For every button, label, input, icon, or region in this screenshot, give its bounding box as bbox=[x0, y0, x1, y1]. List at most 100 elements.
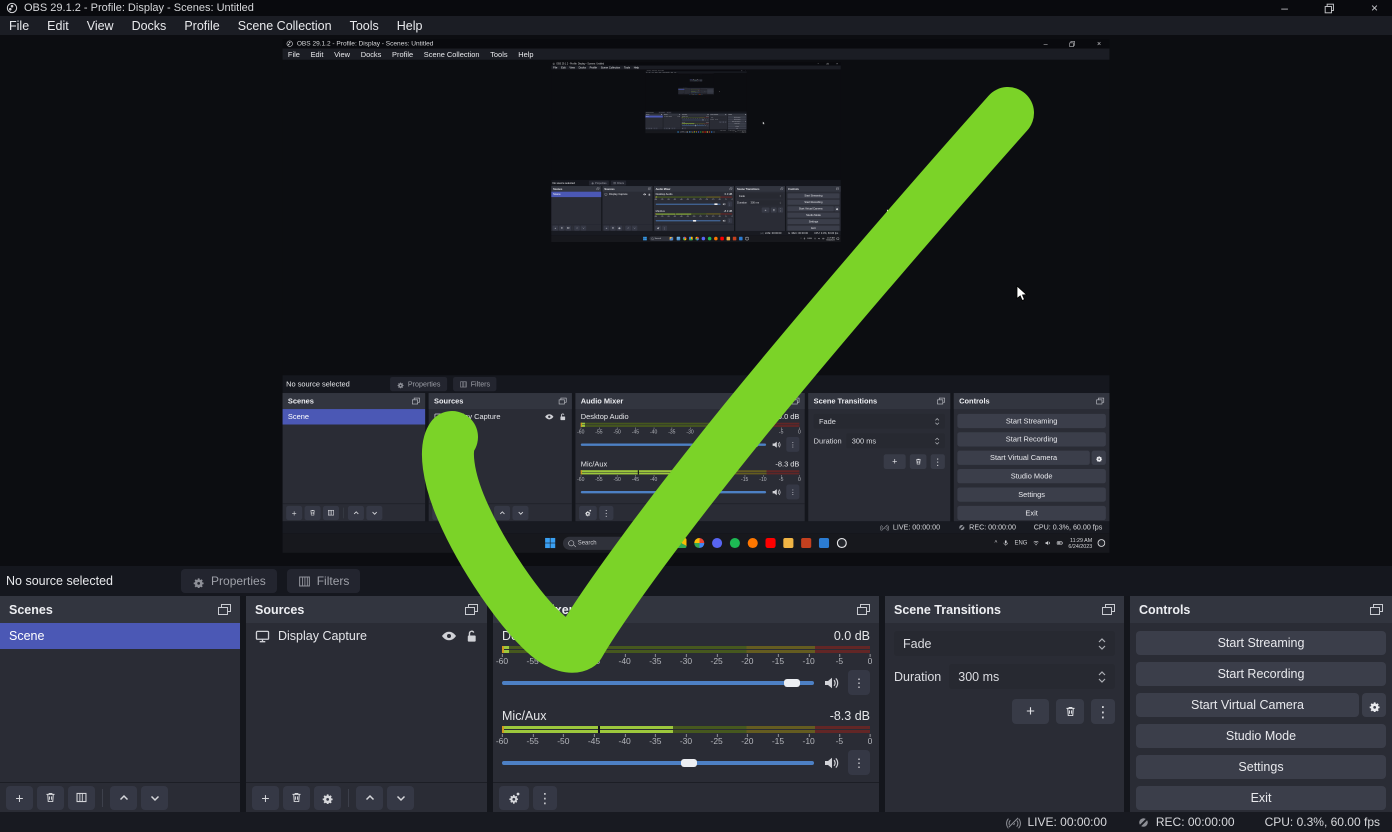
minimize-button[interactable]: – bbox=[1281, 2, 1288, 14]
widgets-icon[interactable] bbox=[641, 538, 651, 548]
start-virtual-camera-button[interactable]: Start Virtual Camera bbox=[957, 451, 1089, 465]
popout-icon[interactable] bbox=[648, 188, 651, 190]
taskbar-clock[interactable]: 11:29 AM 6/24/2023 bbox=[1068, 537, 1092, 549]
volume-slider[interactable] bbox=[581, 443, 766, 445]
unlock-icon[interactable] bbox=[465, 629, 478, 643]
remove-scene-button[interactable] bbox=[305, 506, 321, 520]
scene-filters-button[interactable] bbox=[323, 506, 339, 520]
menu-tools[interactable]: Tools bbox=[485, 50, 513, 58]
menu-view[interactable]: View bbox=[78, 19, 123, 33]
preview-canvas[interactable]: OBS 29.1.2 - Profile: Display - Scenes: … bbox=[678, 74, 713, 88]
obs-tray-icon[interactable] bbox=[837, 237, 840, 240]
speaker-icon[interactable] bbox=[771, 440, 781, 450]
properties-button[interactable]: Properties bbox=[589, 180, 609, 185]
obs-app-icon[interactable] bbox=[745, 237, 749, 241]
menu-docks[interactable]: Docks bbox=[355, 50, 386, 58]
spotify-icon[interactable] bbox=[730, 538, 740, 548]
youtube-icon[interactable] bbox=[705, 131, 706, 132]
start-streaming-button[interactable]: Start Streaming bbox=[957, 414, 1106, 428]
channel-menu-button[interactable]: ⋮ bbox=[786, 485, 799, 500]
speaker-icon[interactable] bbox=[823, 755, 839, 771]
pinwheel-icon[interactable] bbox=[683, 237, 687, 241]
preview-canvas[interactable]: OBS 29.1.2 - Profile: Display - Scenes: … bbox=[0, 35, 1392, 566]
discord-icon[interactable] bbox=[712, 538, 722, 548]
settings-button[interactable]: Settings bbox=[787, 219, 839, 224]
source-list-item[interactable]: Display Capture bbox=[685, 89, 691, 90]
volume-slider[interactable] bbox=[502, 761, 814, 765]
mixer-menu-button[interactable]: ⋮ bbox=[533, 786, 557, 810]
start-streaming-button[interactable]: Start Streaming bbox=[1136, 631, 1386, 655]
duration-spinbox[interactable]: 300 ms bbox=[846, 433, 944, 448]
exit-button[interactable]: Exit bbox=[957, 506, 1106, 520]
duration-spinbox[interactable]: 300 ms bbox=[949, 664, 1115, 689]
virtual-camera-settings-button[interactable] bbox=[1362, 693, 1386, 717]
taskbar-clock[interactable]: 11:29 AM 6/24/2023 bbox=[742, 131, 745, 132]
taskbar-search[interactable]: Search bbox=[563, 536, 633, 549]
menu-file[interactable]: File bbox=[0, 19, 38, 33]
menu-profile[interactable]: Profile bbox=[387, 50, 419, 58]
photos-icon[interactable] bbox=[696, 131, 697, 132]
obs-tray-icon[interactable] bbox=[745, 132, 746, 133]
popout-icon[interactable] bbox=[780, 188, 783, 190]
exit-button[interactable]: Exit bbox=[787, 226, 839, 231]
duration-spinbox[interactable]: 300 ms bbox=[714, 119, 726, 121]
move-source-down-button[interactable] bbox=[632, 225, 638, 230]
visibility-eye-icon[interactable] bbox=[441, 630, 457, 642]
menu-view[interactable]: View bbox=[329, 50, 356, 58]
discord-icon[interactable] bbox=[702, 237, 706, 241]
channel-menu-button[interactable]: ⋮ bbox=[848, 750, 870, 775]
spin-arrows-icon[interactable] bbox=[1098, 671, 1106, 683]
advanced-audio-button[interactable] bbox=[579, 506, 597, 520]
tray-language[interactable]: ENG bbox=[807, 237, 812, 239]
taskbar-clock[interactable]: 11:29 AM 6/24/2023 bbox=[826, 236, 834, 240]
pinwheel-icon[interactable] bbox=[691, 131, 692, 132]
move-scene-up-button[interactable] bbox=[348, 506, 364, 520]
settings-button[interactable]: Settings bbox=[957, 487, 1106, 501]
unlock-icon[interactable] bbox=[559, 413, 567, 421]
restore-button[interactable] bbox=[1324, 3, 1335, 14]
filters-button[interactable]: Filters bbox=[287, 569, 361, 593]
unlock-icon[interactable] bbox=[679, 116, 680, 117]
filters-button[interactable]: Filters bbox=[611, 180, 626, 185]
advanced-audio-button[interactable] bbox=[499, 786, 529, 810]
folder-icon[interactable] bbox=[727, 237, 731, 241]
preview-canvas[interactable]: OBS 29.1.2 - Profile: Display - Scenes: … bbox=[645, 73, 746, 112]
popout-icon[interactable] bbox=[465, 604, 478, 615]
speaker-icon[interactable] bbox=[771, 487, 781, 497]
scene-list-item[interactable]: Scene bbox=[551, 192, 601, 197]
speaker-icon[interactable] bbox=[722, 202, 725, 205]
preview-canvas[interactable] bbox=[690, 74, 702, 79]
transition-menu-button[interactable]: ⋮ bbox=[1091, 699, 1115, 724]
transition-menu-button[interactable]: ⋮ bbox=[778, 207, 783, 212]
start-button-icon[interactable] bbox=[678, 131, 679, 132]
youtube-icon[interactable] bbox=[720, 237, 724, 241]
start-button-icon[interactable] bbox=[643, 237, 647, 241]
taskbar-search[interactable]: Search bbox=[680, 131, 689, 133]
mixer-menu-button[interactable]: ⋮ bbox=[599, 506, 613, 520]
source-properties-button[interactable] bbox=[314, 786, 341, 810]
popout-icon[interactable] bbox=[857, 604, 870, 615]
source-list-item[interactable]: Display Capture bbox=[663, 116, 681, 118]
virtual-camera-settings-button[interactable] bbox=[834, 206, 839, 211]
menu-edit[interactable]: Edit bbox=[305, 50, 328, 58]
channel-menu-button[interactable]: ⋮ bbox=[848, 670, 870, 695]
remove-source-button[interactable] bbox=[283, 786, 310, 810]
exit-button[interactable]: Exit bbox=[1136, 786, 1386, 810]
volume-slider[interactable] bbox=[581, 491, 766, 493]
remove-source-button[interactable] bbox=[451, 506, 467, 520]
exit-button[interactable]: Exit bbox=[728, 127, 746, 129]
move-source-up-button[interactable] bbox=[494, 506, 510, 520]
remove-scene-button[interactable] bbox=[559, 225, 565, 230]
scene-filters-button[interactable] bbox=[68, 786, 95, 810]
add-source-button[interactable]: + bbox=[252, 786, 279, 810]
popout-icon[interactable] bbox=[836, 188, 839, 190]
add-transition-button[interactable]: + bbox=[1012, 699, 1049, 724]
channel-menu-button[interactable]: ⋮ bbox=[728, 201, 733, 206]
close-button[interactable]: × bbox=[1371, 2, 1378, 14]
word-icon[interactable] bbox=[711, 131, 712, 132]
volume-slider[interactable] bbox=[656, 220, 721, 221]
visibility-eye-icon[interactable] bbox=[545, 413, 555, 420]
popout-icon[interactable] bbox=[597, 188, 600, 190]
soundcloud-icon[interactable] bbox=[714, 237, 718, 241]
add-scene-button[interactable]: + bbox=[286, 506, 302, 520]
